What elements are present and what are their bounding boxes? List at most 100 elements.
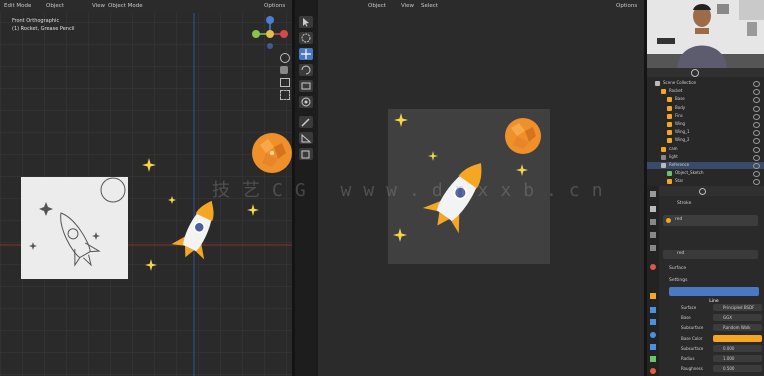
add-cube-tool-icon[interactable] — [299, 148, 313, 160]
select-tool-icon[interactable] — [299, 16, 313, 28]
watermark-text: 技艺CG www.dnxxb.cn — [212, 180, 615, 201]
outliner-row-label: Object_Sketch — [675, 170, 704, 176]
camera-view-icon[interactable] — [280, 78, 290, 87]
property-field[interactable] — [713, 334, 762, 342]
filter-icon[interactable] — [691, 69, 699, 77]
outliner-row[interactable]: Star — [647, 178, 764, 186]
select-menu-middle[interactable]: Select — [421, 0, 438, 13]
property-field[interactable]: 0.000 — [713, 344, 762, 352]
material-slot[interactable]: red — [663, 215, 758, 226]
view-layer-tab-icon[interactable] — [650, 232, 656, 238]
property-row: Roughness 0.500 — [661, 365, 764, 373]
cursor-tool-icon[interactable] — [299, 32, 313, 44]
visibility-icon[interactable] — [753, 130, 760, 137]
outliner-row[interactable]: Scene Collection — [647, 80, 764, 87]
visibility-icon[interactable] — [753, 146, 760, 153]
object-mode-dropdown[interactable]: Object Mode — [108, 0, 143, 13]
outliner-row[interactable]: cam — [647, 146, 764, 153]
physics-tab-icon[interactable] — [650, 332, 656, 338]
material-name-field[interactable]: red — [663, 250, 758, 259]
orange-planet[interactable] — [250, 131, 292, 175]
grid-view-icon[interactable] — [280, 90, 290, 100]
visibility-icon[interactable] — [753, 154, 760, 161]
data-tab-icon[interactable] — [650, 356, 656, 362]
visibility-icon[interactable] — [753, 163, 760, 169]
outliner-row-label: cam — [669, 145, 678, 151]
zoom-icon[interactable] — [280, 53, 290, 63]
property-field[interactable]: Principled BSDF — [713, 304, 762, 311]
scale-tool-icon[interactable] — [299, 80, 313, 92]
outliner-row[interactable]: Wing — [647, 121, 764, 128]
options-dropdown[interactable]: Options — [264, 0, 285, 13]
navigation-gizmo[interactable] — [250, 14, 290, 54]
outliner-row-label: Base — [675, 96, 685, 102]
object-tab-icon[interactable] — [650, 293, 656, 299]
visibility-icon[interactable] — [753, 122, 760, 128]
measure-tool-icon[interactable] — [299, 132, 313, 144]
constraints-tab-icon[interactable] — [650, 344, 656, 350]
property-field[interactable]: GGX — [713, 314, 762, 322]
rotate-tool-icon[interactable] — [299, 64, 313, 76]
modifier-tab-icon[interactable] — [650, 307, 656, 313]
properties-search-icon[interactable] — [699, 188, 706, 195]
world-tab-icon[interactable] — [650, 264, 656, 270]
scene-tab-icon[interactable] — [650, 245, 656, 251]
rendered-sparkle-4 — [393, 228, 407, 242]
material-tab-icon[interactable] — [650, 368, 656, 374]
rendered-planet — [505, 118, 541, 154]
visibility-icon[interactable] — [753, 97, 760, 104]
outliner-row-label: Fins — [675, 112, 683, 118]
output-tab-icon[interactable] — [650, 219, 656, 225]
surface-section-header[interactable]: Surface — [669, 266, 686, 271]
annotate-tool-icon[interactable] — [299, 116, 313, 128]
outliner-row[interactable]: Body — [647, 105, 764, 112]
mode-dropdown[interactable]: Object — [368, 0, 386, 13]
outliner-row[interactable]: light — [647, 154, 764, 161]
editor-type-dropdown[interactable]: Edit Mode — [4, 0, 31, 13]
view-menu-middle[interactable]: View — [401, 0, 414, 13]
shading-dropdown[interactable]: Object — [46, 0, 64, 13]
move-tool-icon[interactable] — [299, 48, 313, 60]
view-menu[interactable]: View — [92, 0, 105, 13]
property-field[interactable]: Random Walk — [713, 324, 762, 332]
property-label: Base — [681, 315, 691, 321]
visibility-icon[interactable] — [753, 113, 760, 120]
object-type-icon — [667, 105, 672, 111]
rocket-model[interactable] — [168, 192, 228, 266]
render-tab-icon[interactable] — [650, 206, 656, 212]
webcam-presenter-video — [647, 0, 764, 68]
visibility-icon[interactable] — [753, 179, 760, 186]
outliner-row[interactable]: Rocket — [647, 88, 764, 96]
property-value: GGX — [723, 315, 732, 321]
line-mode-button[interactable]: Line — [669, 287, 759, 304]
options-dropdown-middle[interactable]: Options — [616, 0, 637, 13]
visibility-icon[interactable] — [753, 138, 760, 145]
outliner-row[interactable]: Wing_2 — [647, 137, 764, 145]
settings-section-header[interactable]: Settings — [669, 278, 687, 283]
visibility-icon[interactable] — [753, 171, 760, 178]
visibility-icon[interactable] — [753, 89, 760, 96]
pan-hand-icon[interactable] — [280, 66, 288, 74]
property-field[interactable]: 0.500 — [713, 365, 762, 373]
sparkle-star-2 — [247, 204, 259, 216]
visibility-icon[interactable] — [753, 105, 760, 112]
outliner-row[interactable]: Fins — [647, 113, 764, 120]
object-name-field[interactable]: Stroke — [677, 201, 691, 206]
properties-header — [659, 186, 764, 196]
sparkle-star-3 — [145, 259, 157, 271]
tool-tab-icon[interactable] — [650, 191, 656, 197]
object-type-icon — [661, 154, 666, 160]
particles-tab-icon[interactable] — [650, 319, 656, 325]
property-field[interactable]: 1.000 — [713, 355, 762, 362]
rendered-sparkle-3 — [516, 164, 528, 176]
visibility-icon[interactable] — [753, 81, 760, 87]
property-label: Subsurface — [681, 325, 704, 331]
property-row: Radius 1.000 — [661, 355, 764, 363]
material-dot-icon — [666, 218, 671, 223]
outliner-row[interactable]: Object_Sketch — [647, 170, 764, 178]
outliner-row[interactable]: Base — [647, 96, 764, 104]
outliner-row[interactable]: Wing_1 — [647, 129, 764, 137]
transform-tool-icon[interactable] — [299, 96, 313, 108]
outliner-row[interactable]: Reference — [647, 162, 764, 169]
outliner-row-label: light — [669, 153, 678, 159]
